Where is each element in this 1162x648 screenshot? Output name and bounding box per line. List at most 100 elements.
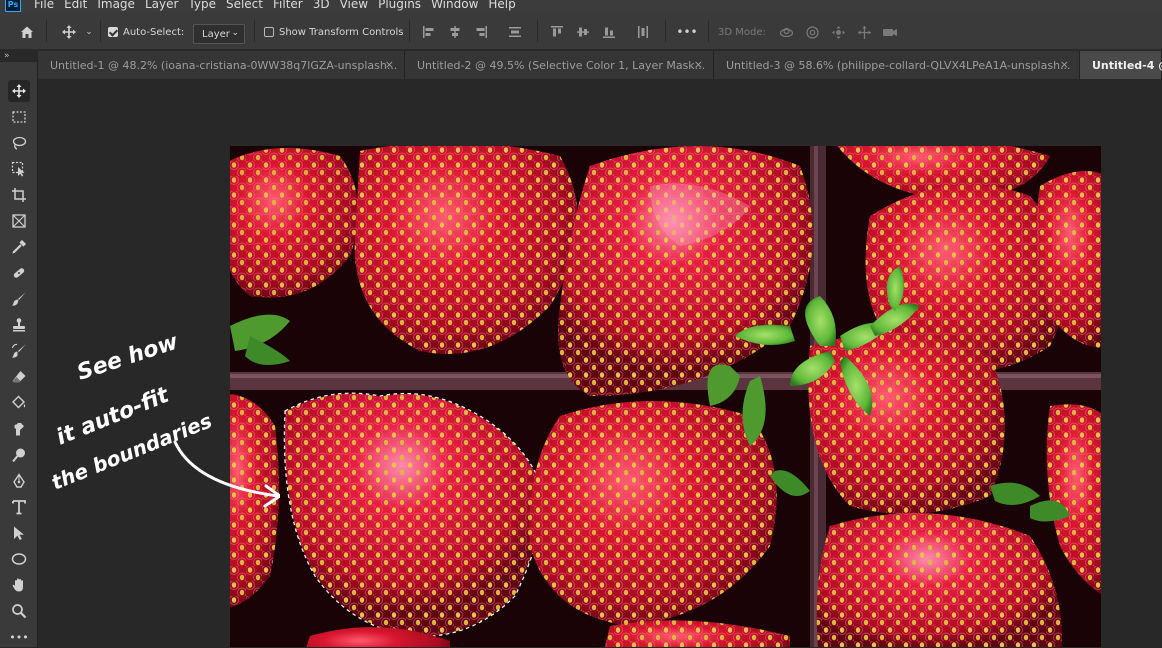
brush-tool[interactable] <box>8 288 30 310</box>
show-transform-label: Show Transform Controls <box>279 26 404 38</box>
chevron-down-icon: ⌄ <box>231 28 239 38</box>
auto-select-toggle[interactable]: Auto-Select: <box>108 25 184 39</box>
menu-plugins[interactable]: Plugins <box>378 0 421 11</box>
show-transform-toggle[interactable]: Show Transform Controls <box>264 25 403 39</box>
roll-3d-icon[interactable] <box>802 24 822 40</box>
ellipse-tool[interactable] <box>8 548 30 570</box>
smudge-icon <box>14 422 24 436</box>
align-horizontal-center-icon[interactable] <box>446 24 464 40</box>
menu-edit[interactable]: Edit <box>64 0 87 11</box>
crop-tool[interactable] <box>8 184 30 206</box>
align-bottom-icon[interactable] <box>600 24 618 40</box>
show-transform-checkbox[interactable] <box>264 27 274 37</box>
dodge-icon <box>12 448 25 463</box>
object-selection-icon <box>11 161 25 177</box>
move-tool-preset-icon[interactable] <box>58 22 80 42</box>
document-canvas[interactable] <box>230 146 1101 647</box>
zoom-icon <box>12 604 27 619</box>
auto-select-label: Auto-Select: <box>123 26 185 38</box>
toolbar-collapse-handle[interactable]: » <box>0 51 38 61</box>
strawberry-photo <box>230 146 1101 647</box>
move-icon <box>12 84 26 98</box>
rectangular-marquee-tool[interactable] <box>8 106 30 128</box>
options-bar: ⌄ Auto-Select: Layer ⌄ Show Transform Co… <box>0 12 1162 50</box>
tools-panel: ••• <box>0 62 38 647</box>
chevron-down-icon[interactable]: ⌄ <box>83 26 95 38</box>
eyedropper-icon <box>12 239 27 254</box>
distribute-vertical-icon[interactable] <box>506 24 524 40</box>
3d-mode-text: 3D Mode: <box>718 26 766 38</box>
pan-3d-icon[interactable] <box>828 24 848 40</box>
menu-filter[interactable]: Filter <box>273 0 303 11</box>
type-tool[interactable] <box>8 496 30 518</box>
orbit-3d-icon[interactable] <box>776 24 796 40</box>
path-selection-icon <box>14 526 24 540</box>
tab-untitled-4[interactable]: Untitled-4 @ 5 <box>1080 51 1162 79</box>
close-icon[interactable]: × <box>694 58 703 71</box>
history-brush-icon <box>11 343 26 358</box>
home-icon[interactable] <box>16 22 38 42</box>
pen-tool[interactable] <box>8 470 30 492</box>
align-top-icon[interactable] <box>548 24 566 40</box>
document-tabs: Untitled-1 @ 48.2% (ioana-cristiana-0WW3… <box>38 51 1162 79</box>
frame-tool[interactable] <box>8 210 30 232</box>
menu-file[interactable]: File <box>34 0 54 11</box>
auto-select-target-dropdown[interactable]: Layer ⌄ <box>193 24 245 44</box>
main-menu: File Edit Image Layer Type Select Filter… <box>34 0 526 11</box>
hand-tool[interactable] <box>8 574 30 596</box>
slide-3d-icon[interactable] <box>854 24 874 40</box>
move-tool[interactable] <box>8 80 30 102</box>
close-icon[interactable]: × <box>385 58 394 71</box>
annotation-line-1: See how <box>74 329 182 385</box>
paint-bucket-icon <box>12 395 26 409</box>
stamp-icon <box>13 318 25 332</box>
lasso-icon <box>12 136 27 150</box>
menu-3d[interactable]: 3D <box>313 0 330 11</box>
brush-icon <box>12 292 26 306</box>
smudge-tool[interactable] <box>8 418 30 440</box>
path-selection-tool[interactable] <box>8 522 30 544</box>
auto-select-target-value: Layer <box>202 28 230 40</box>
type-icon <box>12 500 26 515</box>
eraser-tool[interactable] <box>8 366 30 388</box>
align-left-icon[interactable] <box>420 24 438 40</box>
auto-select-checkbox[interactable] <box>108 27 118 37</box>
hand-icon <box>12 578 23 592</box>
menu-type[interactable]: Type <box>188 0 216 11</box>
menu-view[interactable]: View <box>340 0 368 11</box>
frame-icon <box>12 214 26 228</box>
crop-icon <box>12 188 26 202</box>
menu-image[interactable]: Image <box>97 0 135 11</box>
zoom-tool[interactable] <box>8 600 30 622</box>
tab-title: Untitled-3 @ 58.6% (philippe-collard-QLV… <box>726 58 1071 72</box>
tab-title: Untitled-4 @ 5 <box>1092 58 1162 72</box>
more-options-button[interactable]: ••• <box>676 24 698 40</box>
menu-select[interactable]: Select <box>226 0 263 11</box>
handwritten-annotation: See how it auto-fit the boundaries <box>48 329 280 508</box>
clone-stamp-tool[interactable] <box>8 314 30 336</box>
eyedropper-tool[interactable] <box>8 236 30 258</box>
paint-bucket-tool[interactable] <box>8 392 30 414</box>
photoshop-logo: Ps <box>5 0 21 12</box>
align-vertical-center-icon[interactable] <box>574 24 592 40</box>
dodge-tool[interactable] <box>8 444 30 466</box>
menu-help[interactable]: Help <box>488 0 515 11</box>
annotation-arrow <box>173 440 280 498</box>
menu-layer[interactable]: Layer <box>145 0 178 11</box>
lasso-tool[interactable] <box>8 132 30 154</box>
healing-brush-icon <box>13 268 25 278</box>
close-icon[interactable]: × <box>1060 58 1069 71</box>
tab-untitled-2[interactable]: Untitled-2 @ 49.5% (Selective Color 1, L… <box>405 51 714 79</box>
eraser-icon <box>12 371 26 383</box>
align-right-icon[interactable] <box>472 24 490 40</box>
menu-window[interactable]: Window <box>431 0 478 11</box>
distribute-horizontal-icon[interactable] <box>634 24 652 40</box>
tab-untitled-1[interactable]: Untitled-1 @ 48.2% (ioana-cristiana-0WW3… <box>38 51 405 79</box>
healing-brush-tool[interactable] <box>8 262 30 284</box>
history-brush-tool[interactable] <box>8 340 30 362</box>
edit-toolbar-button[interactable]: ••• <box>8 626 30 648</box>
menu-bar: Ps File Edit Image Layer Type Select Fil… <box>0 0 1162 12</box>
tab-untitled-3[interactable]: Untitled-3 @ 58.6% (philippe-collard-QLV… <box>714 51 1080 79</box>
camera-3d-icon[interactable] <box>880 24 900 40</box>
object-selection-tool[interactable] <box>8 158 30 180</box>
